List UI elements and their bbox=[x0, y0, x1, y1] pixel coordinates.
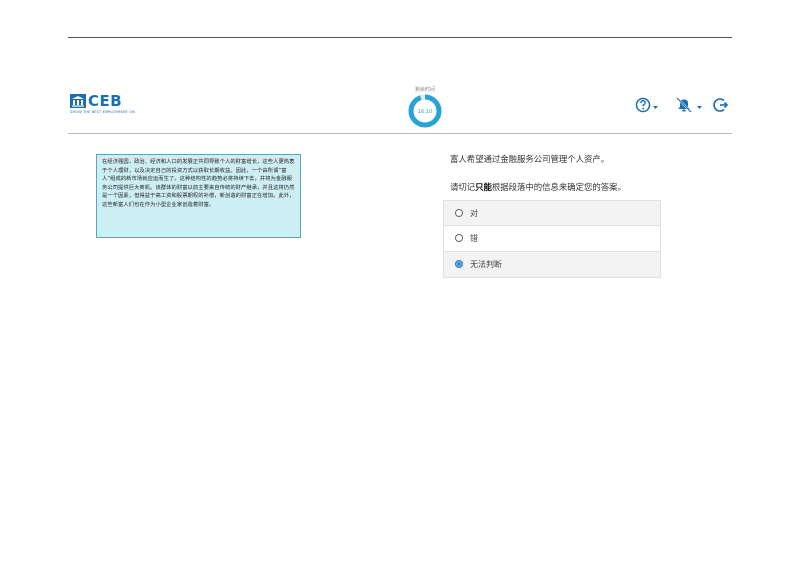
radio-button[interactable] bbox=[455, 209, 463, 217]
question-statement: 富人希望通过金融服务公司管理个人资产。 bbox=[450, 154, 610, 164]
radio-button[interactable] bbox=[455, 234, 463, 242]
top-divider bbox=[68, 37, 732, 38]
ceb-logo: CEB SHOW THE BEST EMPLOYMENT ON bbox=[70, 92, 150, 120]
instruction-emphasis: 只能 bbox=[475, 182, 492, 192]
instruction-prefix: 请切记 bbox=[450, 182, 476, 192]
option-label: 错 bbox=[470, 234, 478, 243]
instruction-suffix: 根据段落中的信息来确定您的答案。 bbox=[491, 182, 626, 192]
option-false[interactable]: 错 bbox=[443, 226, 661, 252]
question-instruction: 请切记只能根据段落中的信息来确定您的答案。 bbox=[450, 181, 626, 193]
logout-icon[interactable] bbox=[712, 96, 730, 116]
timer-value: 16:10 bbox=[418, 109, 432, 115]
timer-ring: 16:10 bbox=[408, 94, 442, 128]
brand-name: CEB bbox=[88, 92, 123, 110]
header-divider bbox=[68, 133, 732, 134]
countdown-timer: 剩余时间 16:10 bbox=[405, 87, 445, 133]
option-label: 无法判断 bbox=[470, 260, 502, 269]
option-cannot-say[interactable]: 无法判断 bbox=[443, 252, 661, 278]
radio-button-selected[interactable] bbox=[455, 260, 463, 268]
passage-text: 在经济强国，政治、经济和人口的发展正共同导致个人的财富增长，这些人更热衷于个人理… bbox=[102, 159, 295, 208]
help-circle-icon[interactable] bbox=[634, 96, 660, 116]
reading-passage: 在经济强国，政治、经济和人口的发展正共同导致个人的财富增长，这些人更热衷于个人理… bbox=[96, 154, 301, 238]
brand-tagline: SHOW THE BEST EMPLOYMENT ON bbox=[70, 110, 136, 114]
option-true[interactable]: 对 bbox=[443, 200, 661, 226]
option-label: 对 bbox=[470, 209, 478, 218]
bell-off-icon[interactable] bbox=[674, 96, 704, 116]
answer-options: 对 错 无法判断 bbox=[443, 200, 661, 278]
bank-icon bbox=[70, 94, 86, 108]
